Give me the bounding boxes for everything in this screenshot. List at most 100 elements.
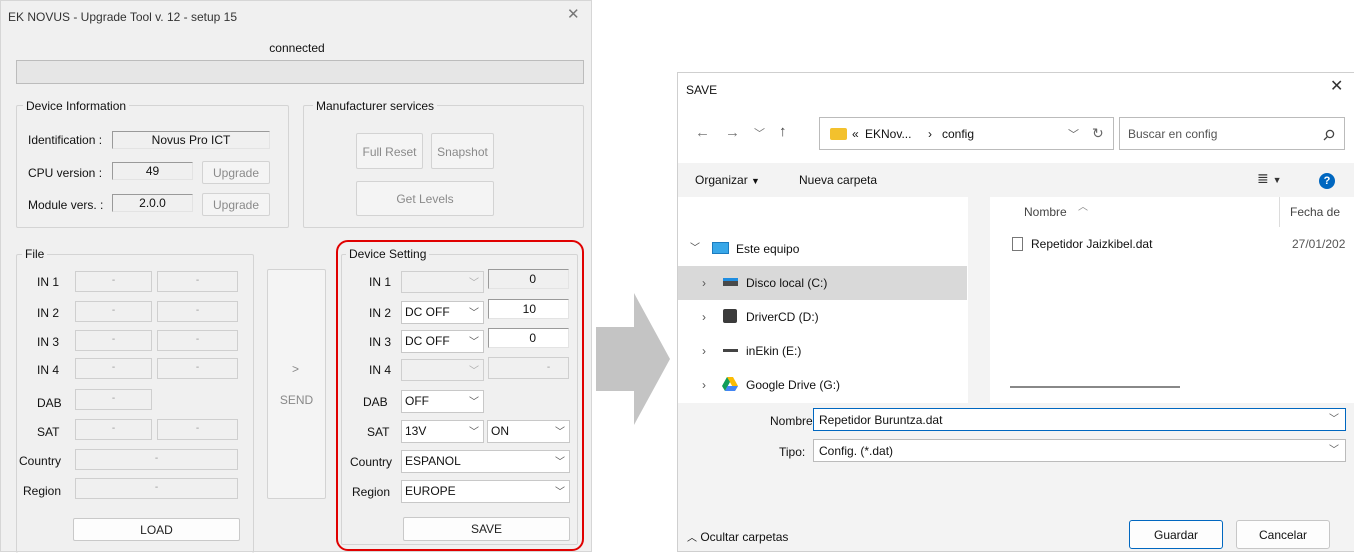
chevron-down-icon: ﹀: [555, 457, 565, 468]
identification-value: Novus Pro ICT: [151, 133, 231, 147]
full-reset-button[interactable]: Full Reset: [356, 133, 423, 169]
ds-region-combo[interactable]: EUROPE ﹀: [401, 480, 570, 503]
window-title: EK NOVUS - Upgrade Tool v. 12 - setup 15: [8, 10, 238, 24]
send-label: SEND: [279, 393, 314, 407]
ds-in2-value[interactable]: 10: [488, 299, 569, 319]
ds-sat-combo-value: 13V: [405, 424, 427, 438]
breadcrumb-folder-ekn[interactable]: EKNov...: [865, 127, 911, 141]
file-title: File: [22, 247, 48, 261]
ds-country-combo[interactable]: ESPANOL ﹀: [401, 450, 570, 473]
file-list: ︿ Nombre Fecha de Repetidor Jaizkibel.da…: [990, 197, 1354, 403]
chevron-down-icon[interactable]: ﹀: [1329, 444, 1339, 458]
forward-arrow-icon[interactable]: →: [725, 125, 740, 140]
chevron-down-icon[interactable]: ﹀: [1329, 413, 1339, 427]
address-bar[interactable]: « EKNov... › config ﹀ ↻: [819, 117, 1114, 150]
cd-drive-icon: [723, 309, 737, 323]
identification-field: Novus Pro ICT: [112, 131, 270, 149]
ds-sat-combo[interactable]: 13V ﹀: [401, 420, 484, 443]
cpu-upgrade-button[interactable]: Upgrade: [202, 161, 270, 184]
tree-item-google-drive[interactable]: › Google Drive (G:): [678, 368, 967, 402]
file-row[interactable]: Repetidor Jaizkibel.dat 27/01/202: [990, 234, 1354, 258]
view-options-icon[interactable]: ≣ ▼: [1257, 171, 1282, 187]
dialog-toolbar: [678, 163, 1354, 197]
chevron-down-icon: ﹀: [469, 337, 479, 348]
save-button[interactable]: SAVE: [403, 517, 570, 541]
usb-drive-icon: [723, 349, 738, 352]
file-in3-field-a: -: [75, 330, 152, 351]
filename-input[interactable]: Repetidor Buruntza.dat ﹀: [813, 408, 1346, 431]
expand-chevron-icon[interactable]: ›: [702, 344, 706, 358]
chevron-down-icon: ﹀: [555, 427, 565, 438]
ds-dab-combo-value: OFF: [405, 394, 429, 408]
ds-in4-label: IN 4: [369, 363, 392, 377]
cpu-version-field: 49: [112, 162, 193, 180]
tree-label: Google Drive (G:): [746, 378, 841, 392]
ds-in2-label: IN 2: [369, 306, 392, 320]
ds-in1-value[interactable]: 0: [488, 269, 569, 289]
expand-chevron-icon[interactable]: ›: [702, 310, 706, 324]
ds-country-label: Country: [350, 455, 393, 469]
cancelar-button[interactable]: Cancelar: [1236, 520, 1330, 549]
column-header-name[interactable]: Nombre: [1024, 205, 1067, 219]
chevron-down-icon: ﹀: [469, 308, 479, 319]
type-select[interactable]: Config. (*.dat) ﹀: [813, 439, 1346, 462]
file-in1-label: IN 1: [37, 275, 60, 289]
send-button[interactable]: > SEND: [267, 269, 326, 499]
identification-label: Identification :: [28, 133, 103, 147]
file-in1-field-a: -: [75, 271, 152, 292]
ds-in3-value[interactable]: 0: [488, 328, 569, 348]
hide-folders-label: Ocultar carpetas: [700, 530, 789, 544]
cpu-version-value: 49: [145, 164, 160, 178]
upgrade-tool-window: EK NOVUS - Upgrade Tool v. 12 - setup 15…: [0, 0, 592, 553]
search-icon[interactable]: [1323, 129, 1335, 141]
snapshot-button[interactable]: Snapshot: [431, 133, 494, 169]
file-region-label: Region: [23, 484, 62, 498]
filename-label: Nombre:: [770, 414, 817, 428]
ds-in2-combo[interactable]: DC OFF ﹀: [401, 301, 484, 324]
up-arrow-icon[interactable]: ↑: [779, 124, 787, 139]
tree-label: Disco local (C:): [746, 276, 828, 290]
ds-in3-label: IN 3: [369, 335, 392, 349]
recent-chevron-icon[interactable]: ﹀: [754, 127, 765, 141]
ds-dab-combo[interactable]: OFF ﹀: [401, 390, 484, 413]
tree-item-inekin[interactable]: › inEkin (E:): [678, 334, 967, 368]
new-folder-button[interactable]: Nueva carpeta: [799, 173, 877, 187]
file-region-field: -: [75, 478, 238, 499]
column-header-date[interactable]: Fecha de: [1290, 205, 1340, 219]
computer-icon: [712, 242, 729, 254]
ds-in1-combo[interactable]: ﹀: [401, 271, 484, 293]
get-levels-button[interactable]: Get Levels: [356, 181, 494, 216]
load-button[interactable]: LOAD: [73, 518, 240, 541]
save-dialog: SAVE ✕ ← → ﹀ ↑ « EKNov... › config ﹀ ↻ B…: [677, 72, 1354, 552]
ds-in4-value[interactable]: -: [488, 357, 569, 379]
tree-item-este-equipo[interactable]: ﹀ Este equipo: [678, 232, 967, 266]
back-arrow-icon[interactable]: ←: [695, 125, 710, 140]
tree-item-disco-local[interactable]: › Disco local (C:): [678, 266, 967, 300]
address-dropdown-icon[interactable]: ﹀: [1068, 128, 1079, 142]
refresh-icon[interactable]: ↻: [1092, 126, 1104, 140]
tree-item-drivercd[interactable]: › DriverCD (D:): [678, 300, 967, 334]
organize-menu[interactable]: Organizar ▼: [695, 173, 760, 188]
hide-folders-toggle[interactable]: ︿ Ocultar carpetas: [687, 530, 788, 546]
send-arrow-icon: >: [292, 362, 300, 376]
breadcrumb-folder-config[interactable]: config: [942, 127, 974, 141]
file-sat-field-b: -: [157, 419, 238, 440]
help-icon[interactable]: ?: [1319, 173, 1335, 189]
file-name: Repetidor Jaizkibel.dat: [1031, 237, 1153, 251]
chevron-up-icon: ︿: [687, 533, 697, 544]
ds-in3-combo[interactable]: DC OFF ﹀: [401, 330, 484, 353]
right-arrow-icon: [596, 293, 670, 425]
file-in4-field-b: -: [157, 358, 238, 379]
search-box[interactable]: Buscar en config: [1119, 117, 1345, 150]
ds-in4-combo[interactable]: ﹀: [401, 359, 484, 381]
close-icon[interactable]: ✕: [1330, 79, 1343, 95]
expand-chevron-icon[interactable]: ›: [702, 276, 706, 290]
expand-chevron-icon[interactable]: ﹀: [690, 242, 700, 256]
close-icon[interactable]: ✕: [567, 7, 580, 22]
breadcrumb-prefix: «: [852, 127, 859, 141]
module-upgrade-button[interactable]: Upgrade: [202, 193, 270, 216]
guardar-button[interactable]: Guardar: [1129, 520, 1223, 549]
expand-chevron-icon[interactable]: ›: [702, 378, 706, 392]
horizontal-scrollbar[interactable]: [1010, 386, 1180, 388]
ds-sat-combo-2[interactable]: ON ﹀: [487, 420, 570, 443]
